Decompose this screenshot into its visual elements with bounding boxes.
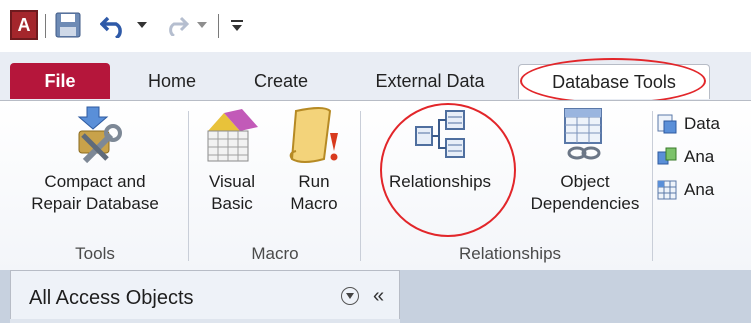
visual-basic-button[interactable]: Visual Basic xyxy=(197,105,267,215)
nav-pane-collapse-icon[interactable]: « xyxy=(373,285,384,308)
compact-repair-icon xyxy=(77,106,122,164)
analyze-performance-icon xyxy=(657,147,677,165)
small-button-label: Data xyxy=(684,114,720,133)
run-macro-button[interactable]: Run Macro xyxy=(275,105,353,215)
nav-pane-dropdown-icon[interactable] xyxy=(341,287,359,305)
annotation-circle-relationships xyxy=(380,103,516,237)
run-macro-label-1: Run xyxy=(298,172,330,191)
analyze-performance-button[interactable]: Ana xyxy=(656,144,714,170)
undo-icon[interactable] xyxy=(100,12,130,38)
group-separator xyxy=(652,111,653,261)
qat-separator xyxy=(218,14,219,38)
run-macro-icon xyxy=(289,107,338,163)
small-button-label: Ana xyxy=(684,147,715,166)
group-label-relationships: Relationships xyxy=(458,244,562,263)
redo-dropdown-icon[interactable] xyxy=(196,20,208,30)
undo-dropdown-icon[interactable] xyxy=(136,20,148,30)
object-dependencies-label-1: Object xyxy=(560,172,610,191)
qat-separator xyxy=(45,14,46,38)
tab-file[interactable]: File xyxy=(10,63,110,99)
app-letter: A xyxy=(17,14,31,35)
ribbon-body: Compact and Repair Database Tools Visual B… xyxy=(0,100,751,270)
analyze-table-icon xyxy=(657,180,677,200)
nav-pane-body-edge xyxy=(10,319,400,323)
object-dependencies-button[interactable]: Object Dependencies xyxy=(520,105,650,215)
nav-pane-title: All Access Objects xyxy=(29,287,194,309)
analyze-table-button[interactable]: Ana xyxy=(656,177,714,203)
small-button-label: Ana xyxy=(684,180,715,199)
group-label-macro: Macro xyxy=(251,244,299,263)
object-dependencies-label-2: Dependencies xyxy=(530,194,640,213)
run-macro-label-2: Macro xyxy=(290,194,338,213)
quick-access-toolbar: A xyxy=(0,0,751,52)
visual-basic-label-2: Basic xyxy=(211,194,253,213)
visual-basic-label-1: Visual xyxy=(209,172,255,191)
database-documenter-button[interactable]: Data xyxy=(656,111,720,137)
compact-repair-label-2: Repair Database xyxy=(31,194,159,213)
customize-icon[interactable] xyxy=(230,14,244,34)
group-separator xyxy=(360,111,361,261)
visual-basic-icon xyxy=(207,109,258,162)
access-app-icon[interactable]: A xyxy=(10,10,38,40)
tab-external-data[interactable]: External Data xyxy=(355,64,505,98)
group-label-tools: Tools xyxy=(75,244,115,263)
navigation-pane-header[interactable]: All Access Objects « xyxy=(10,270,400,323)
redo-icon[interactable] xyxy=(165,14,189,36)
tab-create[interactable]: Create xyxy=(237,64,325,98)
compact-repair-label-1: Compact and xyxy=(44,172,146,191)
annotation-circle-tab xyxy=(520,58,706,104)
database-documenter-icon xyxy=(657,114,677,134)
tab-home[interactable]: Home xyxy=(132,64,212,98)
group-separator xyxy=(188,111,189,261)
object-dependencies-icon xyxy=(564,108,602,160)
compact-repair-button[interactable]: Compact and Repair Database xyxy=(10,105,180,215)
save-icon[interactable] xyxy=(55,12,81,38)
